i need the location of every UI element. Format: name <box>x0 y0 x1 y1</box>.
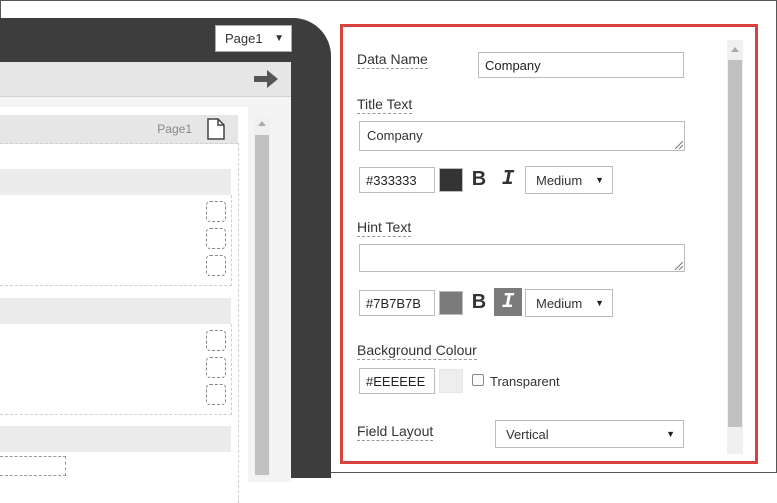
title-size-select[interactable]: Medium ▼ <box>525 166 613 194</box>
page-select-value: Page1 <box>225 31 263 46</box>
field-group[interactable] <box>0 324 232 415</box>
scroll-up-icon[interactable] <box>258 121 266 126</box>
hint-size-value: Medium <box>536 295 583 311</box>
field-placeholder[interactable] <box>206 228 226 249</box>
title-size-value: Medium <box>536 172 583 188</box>
device-toolbar <box>0 62 291 97</box>
title-text-value: Company <box>367 128 423 143</box>
chevron-down-icon: ▼ <box>595 175 604 185</box>
hint-text-label: Hint Text <box>357 219 412 237</box>
resize-grip-icon[interactable] <box>675 262 683 270</box>
scroll-up-icon[interactable] <box>731 47 739 52</box>
page-body <box>0 143 239 503</box>
panel-scrollbar[interactable] <box>727 40 743 454</box>
field-placeholder[interactable] <box>206 357 226 378</box>
transparent-label: Transparent <box>490 374 560 389</box>
field-layout-select[interactable]: Vertical ▼ <box>495 420 684 448</box>
title-text-label: Title Text <box>357 96 413 114</box>
background-color-input[interactable]: #EEEEEE <box>359 368 435 394</box>
hint-color-input[interactable]: #7B7B7B <box>359 290 435 316</box>
title-italic-button[interactable]: I <box>494 165 522 193</box>
document-icon[interactable] <box>206 118 226 140</box>
data-name-input[interactable]: Company <box>478 52 684 78</box>
transparent-checkbox[interactable] <box>472 374 484 386</box>
hint-text-input[interactable] <box>359 244 685 272</box>
scrollbar-thumb[interactable] <box>728 60 742 427</box>
page-header: Page1 <box>0 115 238 144</box>
field-group[interactable] <box>0 195 232 286</box>
field-placeholder[interactable] <box>206 330 226 351</box>
title-text-input[interactable]: Company <box>359 121 685 151</box>
preview-scrollbar[interactable] <box>254 117 270 477</box>
section-header[interactable] <box>0 169 231 195</box>
next-arrow-icon[interactable] <box>253 69 279 89</box>
scrollbar-thumb[interactable] <box>255 135 269 475</box>
field-layout-label: Field Layout <box>357 423 434 441</box>
hint-italic-button[interactable]: I <box>494 288 522 316</box>
field-placeholder[interactable] <box>0 456 66 476</box>
section-header[interactable] <box>0 298 231 324</box>
hint-size-select[interactable]: Medium ▼ <box>525 289 613 317</box>
field-placeholder[interactable] <box>206 201 226 222</box>
page-header-label: Page1 <box>157 122 192 136</box>
field-placeholder[interactable] <box>206 384 226 405</box>
form-canvas: Page1 <box>0 107 248 503</box>
hint-bold-button[interactable]: B <box>465 288 493 316</box>
field-placeholder[interactable] <box>206 255 226 276</box>
resize-grip-icon[interactable] <box>675 141 683 149</box>
field-layout-value: Vertical <box>506 426 549 442</box>
data-name-label: Data Name <box>357 51 428 69</box>
page-select[interactable]: Page1 ▼ <box>215 25 292 52</box>
background-color-swatch[interactable] <box>439 369 463 393</box>
title-color-swatch[interactable] <box>439 168 463 192</box>
hint-color-swatch[interactable] <box>439 291 463 315</box>
device-screen: Page1 <box>0 62 291 503</box>
background-colour-label: Background Colour <box>357 342 477 360</box>
chevron-down-icon: ▼ <box>666 429 675 439</box>
title-bold-button[interactable]: B <box>465 165 493 193</box>
chevron-down-icon: ▼ <box>595 298 604 308</box>
section-header[interactable] <box>0 426 231 452</box>
title-color-input[interactable]: #333333 <box>359 167 435 193</box>
chevron-down-icon: ▼ <box>274 33 284 44</box>
